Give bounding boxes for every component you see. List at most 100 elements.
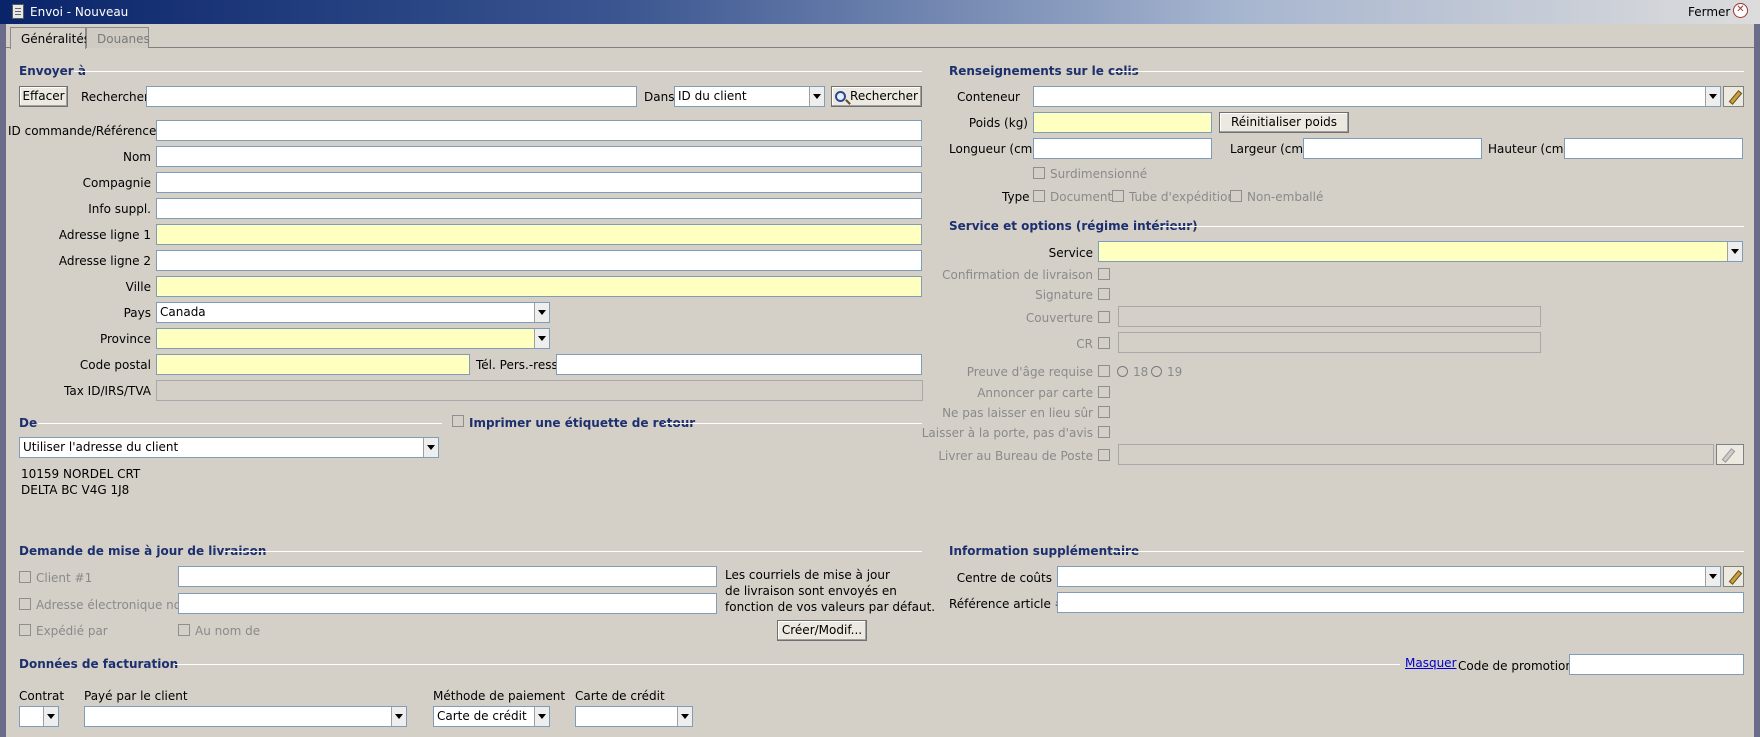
- chevron-down-icon: [534, 707, 549, 726]
- on-behalf-label: Au nom de: [195, 624, 261, 638]
- section-divider: [1112, 551, 1744, 552]
- section-divider: [1112, 71, 1744, 72]
- hide-link[interactable]: Masquer: [1405, 656, 1457, 670]
- age-checkbox[interactable]: [1098, 365, 1110, 377]
- client1-checkbox[interactable]: [19, 571, 31, 583]
- country-value: Canada: [160, 305, 206, 319]
- addr2-input[interactable]: [156, 250, 922, 271]
- container-select[interactable]: [1033, 86, 1721, 107]
- type-tube-checkbox[interactable]: [1112, 190, 1124, 202]
- type-non-packaged-checkbox[interactable]: [1230, 190, 1242, 202]
- signature-checkbox[interactable]: [1098, 288, 1110, 300]
- weight-input[interactable]: [1033, 112, 1212, 133]
- shipped-by-checkbox[interactable]: [19, 624, 31, 636]
- weight-label: Poids (kg): [968, 116, 1028, 130]
- coverage-checkbox[interactable]: [1098, 311, 1110, 323]
- width-input[interactable]: [1303, 138, 1482, 159]
- height-input[interactable]: [1564, 138, 1743, 159]
- return-label-text: Imprimer une étiquette de retour: [469, 416, 696, 430]
- oversize-checkbox[interactable]: [1033, 167, 1045, 179]
- from-address-select[interactable]: Utiliser l'adresse du client: [19, 437, 439, 458]
- search-in-select[interactable]: ID du client: [674, 86, 825, 107]
- search-label: Rechercher: [81, 90, 149, 104]
- addr1-label: Adresse ligne 1: [58, 228, 151, 242]
- payment-method-label: Méthode de paiement: [433, 689, 566, 703]
- search-input[interactable]: [146, 86, 637, 107]
- postal-label: Code postal: [79, 358, 151, 372]
- payment-method-select[interactable]: Carte de crédit: [433, 706, 550, 727]
- paid-by-select[interactable]: [84, 706, 407, 727]
- from-address-value: Utiliser l'adresse du client: [23, 440, 179, 454]
- create-modify-button[interactable]: Créer/Modif...: [777, 620, 867, 641]
- ref2-input[interactable]: [1057, 592, 1744, 613]
- signature-label: Signature: [1035, 288, 1093, 302]
- cod-label: CR: [1076, 337, 1093, 351]
- po-label: Livrer au Bureau de Poste: [938, 449, 1093, 463]
- length-input[interactable]: [1033, 138, 1212, 159]
- cod-input[interactable]: [1118, 332, 1541, 353]
- email2-checkbox[interactable]: [19, 598, 31, 610]
- po-checkbox[interactable]: [1098, 449, 1110, 461]
- province-select[interactable]: [156, 328, 550, 349]
- age-19-radio[interactable]: [1151, 366, 1162, 377]
- search-button[interactable]: Rechercher: [831, 86, 922, 107]
- search-in-value: ID du client: [678, 89, 747, 103]
- promo-input[interactable]: [1569, 654, 1744, 675]
- section-billing: Données de facturation: [19, 657, 179, 671]
- age-18-radio[interactable]: [1117, 366, 1128, 377]
- email2-input[interactable]: [178, 593, 717, 614]
- order-ref-input[interactable]: [156, 120, 922, 141]
- clear-button[interactable]: Effacer: [19, 86, 68, 107]
- contract-select[interactable]: [19, 706, 59, 727]
- close-label[interactable]: Fermer: [1688, 5, 1730, 19]
- order-ref-label: ID commande/Référence: [8, 124, 157, 138]
- window-title: Envoi - Nouveau: [30, 5, 129, 19]
- door-checkbox[interactable]: [1098, 426, 1110, 438]
- cod-checkbox[interactable]: [1098, 337, 1110, 349]
- reset-weight-button[interactable]: Réinitialiser poids: [1219, 112, 1349, 133]
- postal-input[interactable]: [156, 354, 470, 375]
- info-input[interactable]: [156, 198, 922, 219]
- edit-container-pencil-icon[interactable]: [1723, 86, 1744, 107]
- type-document-checkbox[interactable]: [1033, 190, 1045, 202]
- phone-input[interactable]: [556, 354, 922, 375]
- close-icon[interactable]: ✕: [1733, 3, 1748, 18]
- chevron-down-icon: [1727, 242, 1742, 261]
- po-input[interactable]: [1118, 444, 1714, 465]
- name-input[interactable]: [156, 146, 922, 167]
- addr2-label: Adresse ligne 2: [58, 254, 151, 268]
- country-select[interactable]: Canada: [156, 302, 550, 323]
- edit-po-pencil-icon[interactable]: [1716, 444, 1744, 465]
- name-label: Nom: [122, 150, 151, 164]
- chevron-down-icon: [809, 87, 824, 106]
- tab-strip: Généralités Douanes: [6, 24, 1754, 49]
- cost-center-select[interactable]: [1057, 566, 1721, 587]
- tax-input[interactable]: [156, 380, 923, 401]
- client1-input[interactable]: [178, 566, 717, 587]
- credit-card-select[interactable]: [575, 706, 693, 727]
- coverage-label: Couverture: [1025, 311, 1093, 325]
- edit-cost-center-pencil-icon[interactable]: [1723, 566, 1744, 587]
- province-label: Province: [99, 332, 151, 346]
- service-select[interactable]: [1098, 241, 1743, 262]
- addr1-input[interactable]: [156, 224, 922, 245]
- confirm-checkbox[interactable]: [1098, 268, 1110, 280]
- credit-card-label: Carte de crédit: [575, 689, 665, 703]
- from-address-line1: 10159 NORDEL CRT: [21, 467, 141, 481]
- chevron-down-icon: [391, 707, 406, 726]
- no-safe-checkbox[interactable]: [1098, 406, 1110, 418]
- company-label: Compagnie: [82, 176, 151, 190]
- on-behalf-checkbox[interactable]: [178, 624, 190, 636]
- cost-center-label: Centre de coûts: [956, 571, 1052, 585]
- phone-label: Tél. Pers.-ress.: [476, 358, 562, 372]
- tab-generalites[interactable]: Généralités: [10, 27, 90, 49]
- section-divider: [664, 423, 922, 424]
- return-label-checkbox[interactable]: [452, 415, 464, 427]
- card-checkbox[interactable]: [1098, 386, 1110, 398]
- tab-douanes[interactable]: Douanes: [86, 27, 150, 48]
- section-divider: [224, 551, 922, 552]
- coverage-input[interactable]: [1118, 306, 1541, 327]
- section-de: De: [19, 416, 38, 430]
- city-input[interactable]: [156, 276, 922, 297]
- company-input[interactable]: [156, 172, 922, 193]
